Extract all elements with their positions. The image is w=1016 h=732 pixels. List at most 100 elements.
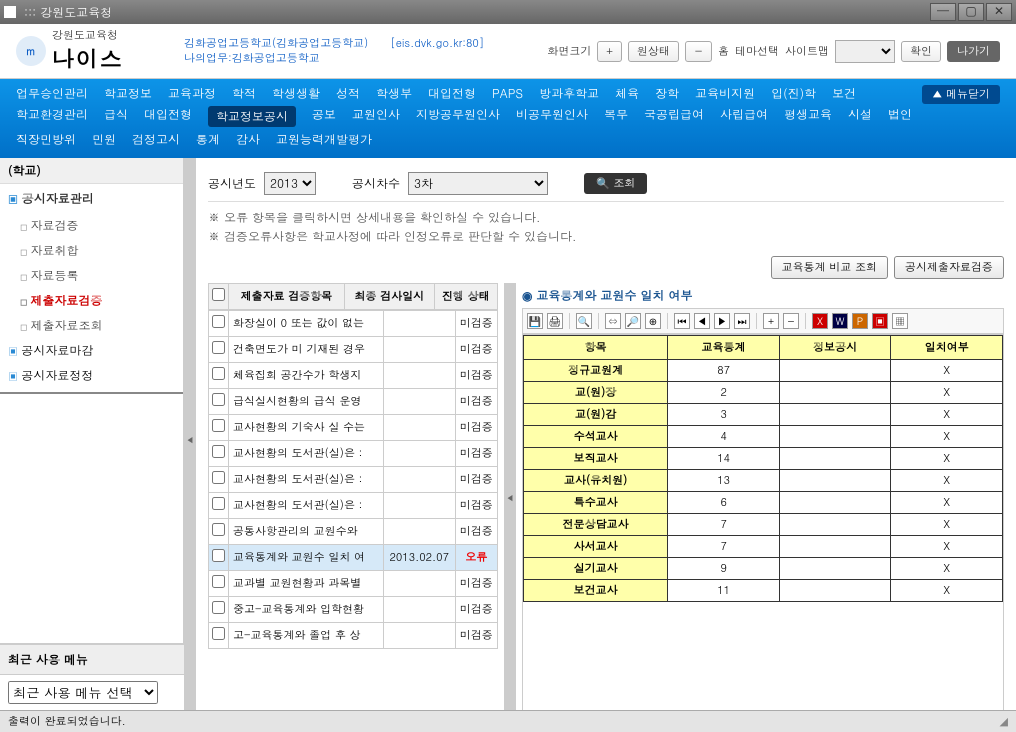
nav-item[interactable]: 학교정보공시 xyxy=(208,106,296,127)
zoom-in-button[interactable]: + xyxy=(597,41,621,62)
table-row[interactable]: 체육집회 공간수가 학생지미검증 xyxy=(209,363,498,389)
panel-splitter[interactable]: ◀ xyxy=(504,283,516,714)
nav-item[interactable]: 대입전형 xyxy=(428,85,476,102)
row-checkbox[interactable] xyxy=(212,523,225,536)
nav-item[interactable]: 입(진)학 xyxy=(771,85,816,102)
sidebar-item-correct[interactable]: 공시자료정정 xyxy=(0,363,183,388)
row-checkbox[interactable] xyxy=(212,601,225,614)
find-icon[interactable]: 🔍 xyxy=(576,313,592,329)
nav-item[interactable]: 평생교육 xyxy=(784,106,832,127)
nav-item[interactable]: 학교환경관리 xyxy=(16,106,88,127)
nav-item[interactable]: 체육 xyxy=(615,85,639,102)
theme-label[interactable]: 테마선택 xyxy=(735,44,779,59)
search-button[interactable]: 🔍 조회 xyxy=(584,173,647,194)
first-page-icon[interactable]: ⏮ xyxy=(674,313,690,329)
table-row[interactable]: 고-교육통계와 졸업 후 상미검증 xyxy=(209,623,498,649)
close-menu-button[interactable]: ▲ 메뉴닫기 xyxy=(922,85,1000,104)
table-row[interactable]: 교육통계와 교원수 일치 여2013.02.07오류 xyxy=(209,545,498,571)
sidebar-item[interactable]: 자료등록 xyxy=(20,263,183,288)
sitemap-link[interactable]: 사이트맵 xyxy=(785,44,829,59)
select-all-checkbox[interactable] xyxy=(212,288,225,301)
zoom-fit-icon[interactable]: ⇔ xyxy=(605,313,621,329)
ppt-icon[interactable]: P xyxy=(852,313,868,329)
close-button[interactable]: ✕ xyxy=(986,3,1012,21)
table-row[interactable]: 공통사항관리의 교원수와미검증 xyxy=(209,519,498,545)
nav-item[interactable]: 사립급여 xyxy=(720,106,768,127)
maximize-button[interactable]: ▢ xyxy=(958,3,984,21)
table-row[interactable]: 급식실시현황의 급식 운영미검증 xyxy=(209,389,498,415)
year-select[interactable]: 2013 xyxy=(264,172,316,195)
table-row[interactable]: 교사현황의 도서관(실)은 :미검증 xyxy=(209,441,498,467)
table-row[interactable]: 화장실이 0 또는 값이 없는미검증 xyxy=(209,311,498,337)
sidebar-group-title[interactable]: 공시자료관리 xyxy=(0,184,183,213)
table-row[interactable]: 건축면도가 미 기재된 경우미검증 xyxy=(209,337,498,363)
row-checkbox[interactable] xyxy=(212,471,225,484)
nav-item[interactable]: 급식 xyxy=(104,106,128,127)
home-link[interactable]: 홈 xyxy=(718,44,729,59)
pdf-icon[interactable]: ▣ xyxy=(872,313,888,329)
nav-item[interactable]: PAPS xyxy=(492,85,523,102)
nav-item[interactable]: 장학 xyxy=(655,85,679,102)
remove-icon[interactable]: − xyxy=(783,313,799,329)
nav-item[interactable]: 학교정보 xyxy=(104,85,152,102)
zoom-tool-icon[interactable]: 🔎 xyxy=(625,313,641,329)
nav-item[interactable]: 교육과정 xyxy=(168,85,216,102)
more-icon[interactable]: ▦ xyxy=(892,313,908,329)
recent-menu-select[interactable]: 최근 사용 메뉴 선택 xyxy=(8,681,158,704)
nav-item[interactable]: 국공립급여 xyxy=(644,106,704,127)
row-checkbox[interactable] xyxy=(212,627,225,640)
add-icon[interactable]: + xyxy=(763,313,779,329)
sitemap-select[interactable] xyxy=(835,40,895,63)
excel-icon[interactable]: X xyxy=(812,313,828,329)
nav-item[interactable]: 보건 xyxy=(832,85,856,102)
table-row[interactable]: 중고-교육통계와 입학현황미검증 xyxy=(209,597,498,623)
sidebar-item[interactable]: 제출자료조회 xyxy=(20,313,183,338)
nav-item[interactable]: 교육비지원 xyxy=(695,85,755,102)
nav-item[interactable]: 지방공무원인사 xyxy=(416,106,500,127)
row-checkbox[interactable] xyxy=(212,419,225,432)
word-icon[interactable]: W xyxy=(832,313,848,329)
row-checkbox[interactable] xyxy=(212,341,225,354)
nav-item[interactable]: 직장민방위 xyxy=(16,131,76,148)
nav-item[interactable]: 학적 xyxy=(232,85,256,102)
nav-item[interactable]: 검정고시 xyxy=(132,131,180,148)
row-checkbox[interactable] xyxy=(212,575,225,588)
confirm-button[interactable]: 확인 xyxy=(901,41,941,62)
compare-stats-button[interactable]: 교육통계 비교 조회 xyxy=(771,256,888,279)
nav-item[interactable]: 교원능력개발평가 xyxy=(276,131,372,148)
nav-item[interactable]: 업무승인관리 xyxy=(16,85,88,102)
nav-item[interactable]: 시설 xyxy=(848,106,872,127)
magnify-icon[interactable]: ⊕ xyxy=(645,313,661,329)
table-row[interactable]: 교사현황의 도서관(실)은 :미검증 xyxy=(209,467,498,493)
nav-item[interactable]: 교원인사 xyxy=(352,106,400,127)
nav-item[interactable]: 복무 xyxy=(604,106,628,127)
row-checkbox[interactable] xyxy=(212,367,225,380)
print-icon[interactable]: 🖨 xyxy=(547,313,563,329)
nav-item[interactable]: 공보 xyxy=(312,106,336,127)
prev-page-icon[interactable]: ◀ xyxy=(694,313,710,329)
sidebar-item[interactable]: 자료취합 xyxy=(20,238,183,263)
row-checkbox[interactable] xyxy=(212,497,225,510)
nav-item[interactable]: 비공무원인사 xyxy=(516,106,588,127)
save-icon[interactable]: 💾 xyxy=(527,313,543,329)
nav-item[interactable]: 민원 xyxy=(92,131,116,148)
exit-button[interactable]: 나가기 xyxy=(947,41,1000,62)
sidebar-splitter[interactable]: ◀ xyxy=(184,158,196,722)
zoom-reset-button[interactable]: 원상태 xyxy=(628,41,679,62)
table-row[interactable]: 교과별 교원현황과 과목별미검증 xyxy=(209,571,498,597)
row-checkbox[interactable] xyxy=(212,315,225,328)
table-row[interactable]: 교사현황의 기숙사 실 수는미검증 xyxy=(209,415,498,441)
row-checkbox[interactable] xyxy=(212,393,225,406)
nav-item[interactable]: 감사 xyxy=(236,131,260,148)
nav-item[interactable]: 통계 xyxy=(196,131,220,148)
last-page-icon[interactable]: ⏭ xyxy=(734,313,750,329)
nav-item[interactable]: 법인 xyxy=(888,106,912,127)
nav-item[interactable]: 성적 xyxy=(336,85,360,102)
minimize-button[interactable]: — xyxy=(930,3,956,21)
nav-item[interactable]: 학생생활 xyxy=(272,85,320,102)
nav-item[interactable]: 학생부 xyxy=(376,85,412,102)
nav-item[interactable]: 대입전형 xyxy=(144,106,192,127)
row-checkbox[interactable] xyxy=(212,445,225,458)
next-page-icon[interactable]: ▶ xyxy=(714,313,730,329)
sidebar-item[interactable]: 자료검증 xyxy=(20,213,183,238)
